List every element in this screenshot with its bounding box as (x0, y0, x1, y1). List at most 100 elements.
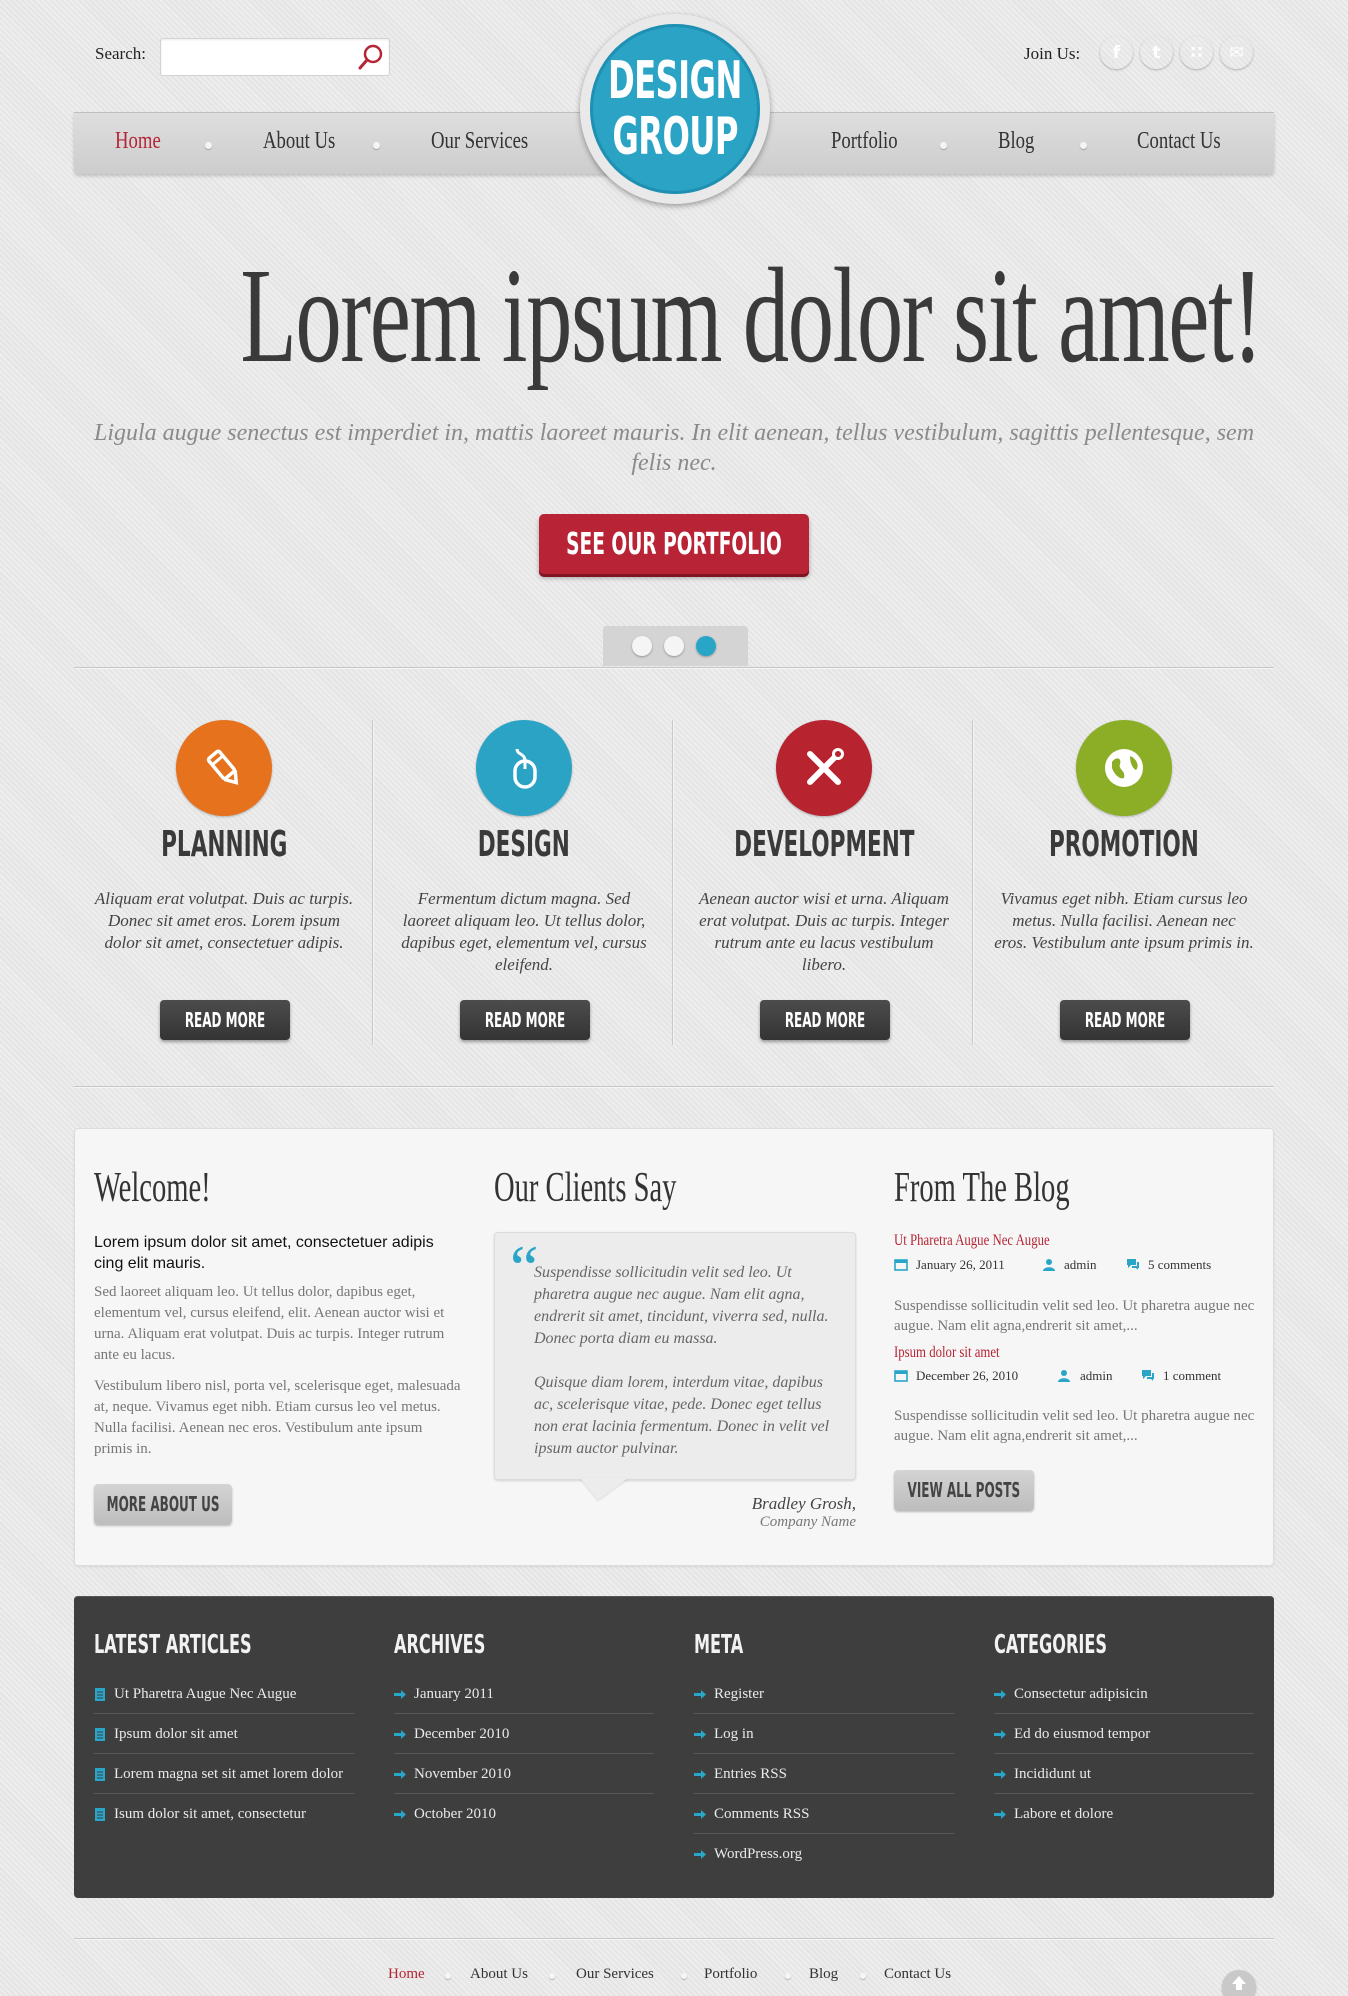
hero-title: Lorem ipsum dolor sit amet! (240, 241, 1263, 391)
feature-title: PLANNING (160, 824, 288, 865)
archives-list: January 2011 December 2010 November 2010… (394, 1684, 654, 1843)
list-item[interactable]: Log in (694, 1724, 954, 1754)
categories-list: Consectetur adipisicin Ed do eiusmod tem… (994, 1684, 1254, 1843)
list-item[interactable]: October 2010 (394, 1804, 654, 1833)
nav-separator (373, 142, 380, 149)
view-all-posts-button[interactable]: VIEW ALL POSTS (894, 1470, 1034, 1510)
arrow-right-icon (994, 1770, 1006, 1779)
feature-text: Fermentum dictum magna. Sed laoreet aliq… (401, 889, 647, 974)
nav-item-home[interactable]: Home (115, 128, 161, 155)
arrow-right-icon (394, 1810, 406, 1819)
post-title-link[interactable]: Ut Pharetra Augue Nec Augue (894, 1232, 1050, 1250)
list-item[interactable]: WordPress.org (694, 1844, 954, 1873)
user-icon (1043, 1259, 1055, 1271)
document-icon (95, 1728, 105, 1741)
list-item[interactable]: Entries RSS (694, 1764, 954, 1794)
footer-separator (785, 1973, 791, 1979)
pencil-icon (176, 720, 272, 816)
list-item[interactable]: Register (694, 1684, 954, 1714)
read-more-button[interactable]: READ MORE (460, 1000, 590, 1040)
post-comments[interactable]: 5 comments (1148, 1257, 1211, 1273)
footer-link-blog[interactable]: Blog (809, 1966, 838, 1983)
post-comments[interactable]: 1 comment (1163, 1368, 1221, 1384)
tools-icon (776, 720, 872, 816)
widget-title: LATEST ARTICLES (94, 1630, 252, 1660)
footer-link-about[interactable]: About Us (470, 1966, 528, 1983)
post-date: January 26, 2011 (916, 1257, 1005, 1272)
email-icon[interactable]: ✉ (1220, 36, 1253, 69)
arrow-right-icon (994, 1690, 1006, 1699)
back-to-top-button[interactable] (1222, 1970, 1256, 1996)
nav-item-portfolio[interactable]: Portfolio (831, 128, 898, 155)
facebook-icon[interactable]: f (1100, 36, 1133, 69)
footer-divider (74, 1938, 1274, 1940)
list-item[interactable]: Ipsum dolor sit amet (94, 1724, 354, 1754)
widget-title: ARCHIVES (394, 1630, 486, 1660)
search-label: Search: (95, 44, 146, 63)
list-item[interactable]: Lorem magna set sit amet lorem dolor (94, 1764, 354, 1794)
feature-title: DESIGN (477, 824, 571, 865)
list-item[interactable]: Labore et dolore (994, 1804, 1254, 1833)
hero-subtitle: Ligula augue senectus est imperdiet in, … (93, 420, 1255, 476)
logo[interactable]: DESIGN GROUP (590, 24, 760, 194)
arrow-right-icon (394, 1690, 406, 1699)
arrow-right-icon (994, 1730, 1006, 1739)
list-item[interactable]: Consectetur adipisicin (994, 1684, 1254, 1714)
divider (74, 1086, 1274, 1088)
twitter-icon[interactable]: t (1140, 36, 1173, 69)
testimonial-tail (580, 1478, 628, 1500)
rss-icon[interactable]: ∷ (1180, 36, 1213, 69)
calendar-icon (894, 1259, 908, 1271)
meta-list: Register Log in Entries RSS Comments RSS… (694, 1684, 954, 1883)
read-more-button[interactable]: READ MORE (1060, 1000, 1190, 1040)
feature-planning: PLANNING Aliquam erat volutpat. Duis ac … (74, 720, 374, 1046)
feature-text: Vivamus eget nibh. Etiam cursus leo metu… (994, 889, 1254, 952)
slide-dot-2[interactable] (664, 636, 684, 656)
nav-separator (1080, 142, 1087, 149)
list-item[interactable]: Ut Pharetra Augue Nec Augue (94, 1684, 354, 1714)
user-icon (1058, 1370, 1070, 1382)
footer-separator (860, 1973, 866, 1979)
document-icon (95, 1808, 105, 1821)
footer-link-home[interactable]: Home (388, 1966, 425, 1983)
list-item[interactable]: December 2010 (394, 1724, 654, 1754)
arrow-right-icon (694, 1730, 706, 1739)
post-author[interactable]: admin (1064, 1257, 1097, 1273)
footer-link-services[interactable]: Our Services (576, 1966, 654, 1983)
read-more-button[interactable]: READ MORE (160, 1000, 290, 1040)
list-item[interactable]: January 2011 (394, 1684, 654, 1714)
arrow-right-icon (994, 1810, 1006, 1819)
list-item[interactable]: Incididunt ut (994, 1764, 1254, 1794)
document-icon (95, 1688, 105, 1701)
logo-line-1: DESIGN (608, 51, 742, 111)
footer-link-portfolio[interactable]: Portfolio (704, 1966, 757, 1983)
more-about-us-button[interactable]: MORE ABOUT US (94, 1484, 232, 1524)
search-icon[interactable] (356, 42, 386, 72)
welcome-paragraph: Vestibulum libero nisl, porta vel, scele… (94, 1378, 461, 1457)
read-more-button[interactable]: READ MORE (760, 1000, 890, 1040)
slide-dot-1[interactable] (632, 636, 652, 656)
arrow-right-icon (694, 1850, 706, 1859)
see-portfolio-button[interactable]: SEE OUR PORTFOLIO (539, 514, 809, 574)
footer-separator (681, 1973, 687, 1979)
comments-icon (1142, 1370, 1154, 1381)
feature-development: DEVELOPMENT Aenean auctor wisi et urna. … (674, 720, 974, 1046)
list-item[interactable]: Isum dolor sit amet, consectetur (94, 1804, 354, 1833)
slide-dot-3-active[interactable] (696, 636, 716, 656)
nav-item-about[interactable]: About Us (263, 128, 335, 155)
post-excerpt: Suspendisse sollicitudin velit sed leo. … (894, 1408, 1255, 1444)
nav-item-contact[interactable]: Contact Us (1137, 128, 1221, 155)
post-title-link[interactable]: Ipsum dolor sit amet (894, 1344, 1000, 1362)
feature-text: Aenean auctor wisi et urna. Aliquam erat… (699, 889, 949, 974)
arrow-up-icon (1232, 1976, 1246, 1990)
nav-item-services[interactable]: Our Services (431, 128, 528, 155)
footer-link-contact[interactable]: Contact Us (884, 1966, 951, 1983)
list-item[interactable]: Comments RSS (694, 1804, 954, 1834)
list-item[interactable]: Ed do eiusmod tempor (994, 1724, 1254, 1754)
welcome-lead: Lorem ipsum dolor sit amet, consectetuer… (94, 1234, 434, 1272)
list-item[interactable]: November 2010 (394, 1764, 654, 1794)
document-icon (95, 1768, 105, 1781)
clients-title: Our Clients Say (494, 1165, 677, 1211)
nav-item-blog[interactable]: Blog (998, 128, 1034, 155)
post-author[interactable]: admin (1080, 1368, 1113, 1384)
